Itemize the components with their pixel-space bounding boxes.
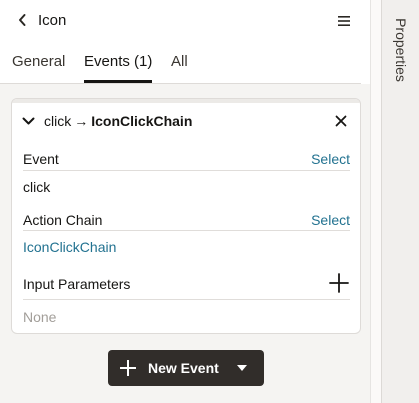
event-card-title: click → IconClickChain <box>44 113 192 129</box>
tab-all[interactable]: All <box>171 53 188 83</box>
page-title: Icon <box>38 12 67 29</box>
arrow-glyph: → <box>74 113 89 129</box>
event-label: Event <box>23 151 59 167</box>
hamburger-icon <box>338 16 350 26</box>
plus-icon <box>120 360 136 376</box>
back-button[interactable] <box>12 10 32 30</box>
panel-header: Icon <box>0 0 370 42</box>
tab-events[interactable]: Events (1) <box>84 53 153 83</box>
divider <box>23 230 350 231</box>
plus-icon <box>329 273 349 293</box>
close-icon <box>335 115 347 127</box>
chevron-left-icon <box>19 14 26 26</box>
event-card: click → IconClickChain Event Select click … <box>11 98 361 334</box>
collapse-button[interactable] <box>20 113 36 129</box>
input-parameters-label: Input Parameters <box>23 276 131 292</box>
action-chain-select-link[interactable]: Select <box>311 212 350 228</box>
action-chain-label: Action Chain <box>23 212 103 228</box>
tab-general[interactable]: General <box>12 53 65 83</box>
events-content: click → IconClickChain Event Select click … <box>0 84 370 403</box>
event-select-link[interactable]: Select <box>311 151 350 167</box>
caret-down-icon[interactable] <box>236 364 248 372</box>
properties-panel: Icon General Events (1) All click → Icon… <box>0 0 370 403</box>
properties-side-tab[interactable]: Properties <box>381 0 419 403</box>
divider <box>23 170 350 171</box>
event-name: click <box>44 113 72 129</box>
chain-name: IconClickChain <box>91 113 193 129</box>
new-event-button[interactable]: New Event <box>108 350 264 386</box>
panel-gutter <box>370 0 381 403</box>
divider <box>23 299 350 300</box>
chevron-down-icon <box>22 117 34 124</box>
side-tab-label-wrap: Properties <box>382 0 419 100</box>
menu-button[interactable] <box>334 11 354 31</box>
tab-bar: General Events (1) All <box>0 42 361 84</box>
new-event-label: New Event <box>148 360 219 376</box>
event-value: click <box>23 179 51 195</box>
properties-tab-label: Properties <box>393 18 409 82</box>
remove-event-button[interactable] <box>332 112 350 130</box>
add-parameter-button[interactable] <box>328 272 350 294</box>
event-card-header: click → IconClickChain <box>12 103 360 139</box>
action-chain-value-link[interactable]: IconClickChain <box>23 239 116 255</box>
input-parameters-value: None <box>23 309 57 325</box>
